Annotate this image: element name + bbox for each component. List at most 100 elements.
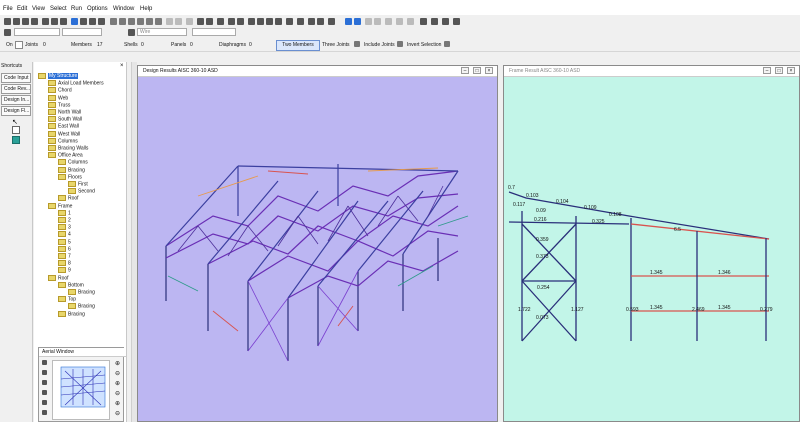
close-button[interactable]: × — [485, 67, 493, 74]
zoom-fit-icon[interactable] — [407, 18, 414, 25]
aerial-tool-icon[interactable] — [42, 370, 47, 375]
tree-item[interactable]: Columns — [48, 137, 78, 144]
table-icon[interactable] — [89, 18, 96, 25]
view-combo-1[interactable] — [14, 28, 60, 36]
load-icon[interactable] — [146, 18, 153, 25]
binoculars-icon[interactable] — [237, 18, 244, 25]
aerial-tool-icon[interactable] — [42, 400, 47, 405]
zoom-in-icon[interactable]: ⊕ — [115, 360, 120, 367]
tree-item[interactable]: Bracing — [68, 289, 95, 295]
aerial-tool-icon[interactable] — [42, 360, 47, 365]
zoom-next-icon[interactable]: ⊖ — [115, 410, 120, 417]
zoom-in-icon[interactable] — [385, 18, 392, 25]
view-top-icon[interactable] — [275, 18, 282, 25]
zoom-prev-icon[interactable]: ⊕ — [115, 400, 120, 407]
rotate-icon[interactable] — [206, 18, 213, 25]
maximize-button[interactable]: □ — [775, 67, 783, 74]
tree-item[interactable]: First — [68, 181, 88, 187]
joint-icon[interactable] — [110, 18, 117, 25]
tree-item[interactable]: 1 — [58, 209, 71, 216]
new-icon[interactable] — [4, 18, 11, 25]
tree-item[interactable]: Floors — [58, 173, 82, 180]
camera-view-icon[interactable] — [4, 29, 11, 36]
aerial-tool-icon[interactable] — [42, 390, 47, 395]
tree-item[interactable]: Top — [58, 296, 76, 303]
menu-view[interactable]: View — [32, 6, 45, 12]
minimize-button[interactable]: – — [763, 67, 771, 74]
tree-item[interactable]: Web — [48, 94, 68, 101]
aerial-tool-icon[interactable] — [42, 380, 47, 385]
zoom-icon[interactable] — [217, 18, 224, 25]
aerial-tool-icon[interactable] — [42, 410, 47, 415]
zoom-window-icon[interactable]: ⊕ — [115, 380, 120, 387]
include-joints-button[interactable]: Include Joints — [364, 42, 395, 48]
run-icon[interactable] — [71, 18, 78, 25]
export-icon[interactable] — [442, 18, 449, 25]
aerial-preview[interactable] — [52, 360, 110, 420]
tree-item[interactable]: Roof — [48, 274, 69, 281]
filter-icon[interactable] — [374, 18, 381, 25]
code-input-button[interactable]: Code Input — [1, 73, 31, 83]
open-icon[interactable] — [13, 18, 20, 25]
render-icon[interactable] — [286, 18, 293, 25]
view-front-icon[interactable] — [257, 18, 264, 25]
pan-icon[interactable] — [228, 18, 235, 25]
maximize-button[interactable]: □ — [473, 67, 481, 74]
on-checkbox[interactable] — [15, 41, 23, 49]
menu-window[interactable]: Window — [113, 6, 134, 12]
undo-icon[interactable] — [166, 18, 173, 25]
tree-item[interactable]: Bracing — [58, 166, 85, 173]
zoom-all-icon[interactable]: ⊖ — [115, 390, 120, 397]
zoom-out-icon[interactable] — [396, 18, 403, 25]
edit-icon[interactable] — [354, 18, 361, 25]
section-icon[interactable] — [308, 18, 315, 25]
tree-item[interactable]: Second — [68, 188, 95, 195]
tree-item[interactable]: 2 — [58, 217, 71, 223]
tree-item[interactable]: Bracing Walls — [48, 145, 88, 151]
camera-icon[interactable] — [328, 18, 335, 25]
tree-item[interactable]: Office Area — [48, 152, 83, 159]
find-icon[interactable] — [365, 18, 372, 25]
selection-filter-icon[interactable] — [444, 41, 450, 47]
save-icon[interactable] — [22, 18, 29, 25]
menu-options[interactable]: Options — [87, 6, 108, 12]
dimension-icon[interactable] — [297, 18, 304, 25]
menu-run[interactable]: Run — [71, 6, 82, 12]
results-icon[interactable] — [317, 18, 324, 25]
tree-item[interactable]: Frame — [48, 202, 72, 209]
code-review-button[interactable]: Code Rev... — [1, 84, 31, 94]
delete-icon[interactable] — [186, 18, 193, 25]
tree-item[interactable]: West Wall — [48, 130, 80, 137]
settings-icon[interactable] — [98, 18, 105, 25]
table-tool-icon[interactable] — [12, 136, 20, 144]
tree-item[interactable]: Truss — [48, 101, 70, 108]
redo-icon[interactable] — [175, 18, 182, 25]
add-icon[interactable] — [345, 18, 352, 25]
structure-3d-view[interactable] — [138, 76, 497, 421]
invert-selection-button[interactable]: Invert Selection — [407, 42, 441, 48]
three-joints-button[interactable]: Three Joints — [322, 42, 350, 48]
close-button[interactable]: × — [787, 67, 795, 74]
tree-item[interactable]: 5 — [58, 238, 71, 245]
tree-item[interactable]: 6 — [58, 245, 71, 252]
tree-item[interactable]: Chord — [48, 87, 72, 94]
pointer-tool-icon[interactable]: ↖ — [12, 118, 18, 126]
grid-toggle-icon[interactable] — [128, 29, 135, 36]
tree-item[interactable]: South Wall — [48, 116, 82, 123]
cut-icon[interactable] — [42, 18, 49, 25]
tree-close-icon[interactable]: × — [120, 63, 124, 69]
pointer-icon[interactable] — [197, 18, 204, 25]
tree-item[interactable]: Bracing — [58, 310, 85, 317]
zoom-out-icon[interactable]: ⊖ — [115, 370, 120, 377]
support-icon[interactable] — [137, 18, 144, 25]
report-icon[interactable] — [431, 18, 438, 25]
tools-icon[interactable] — [420, 18, 427, 25]
tree-item[interactable]: 4 — [58, 231, 71, 238]
tree-item[interactable]: 8 — [58, 260, 71, 267]
grid-icon[interactable] — [80, 18, 87, 25]
menu-select[interactable]: Select — [50, 6, 67, 12]
tree-item[interactable]: Bottom — [58, 281, 84, 288]
two-members-button[interactable]: Two Members — [276, 40, 320, 51]
tree-item[interactable]: My Structure — [38, 73, 79, 80]
help-icon[interactable] — [453, 18, 460, 25]
